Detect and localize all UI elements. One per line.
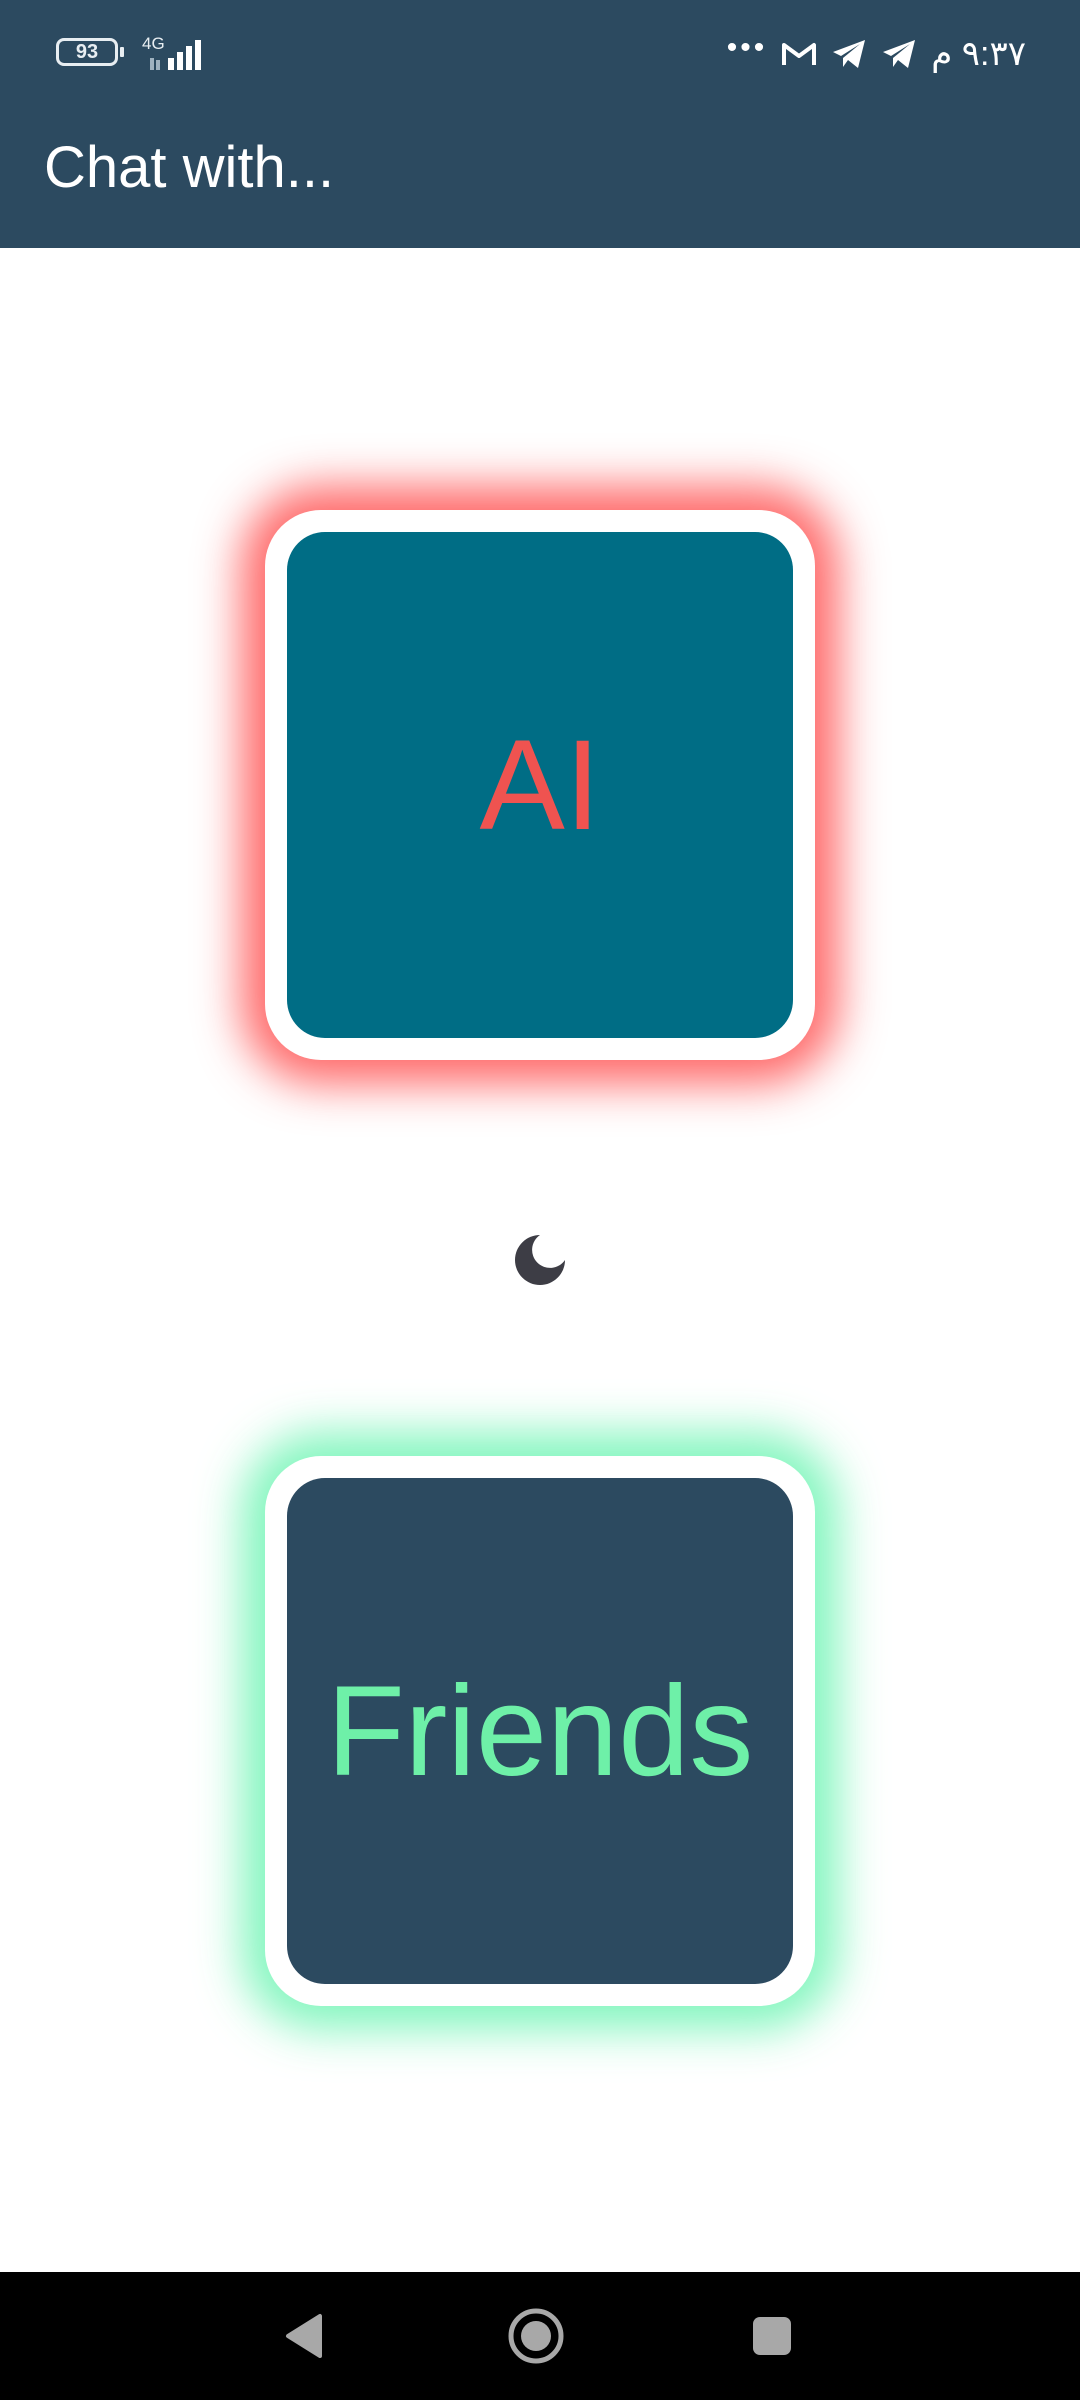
- home-icon: [508, 2308, 564, 2364]
- app-bar: Chat with...: [0, 110, 1080, 248]
- recents-icon: [753, 2317, 791, 2355]
- navigation-bar: [0, 2272, 1080, 2400]
- back-icon: [286, 2314, 322, 2358]
- battery-icon: 93: [56, 38, 118, 66]
- back-button[interactable]: [272, 2304, 336, 2368]
- telegram-icon: [883, 40, 916, 68]
- page-title: Chat with...: [44, 135, 335, 200]
- status-right: ••• ٩:٣٧ م: [727, 30, 1026, 78]
- ai-card-face: AI: [287, 532, 793, 1038]
- friends-chat-button[interactable]: Friends: [265, 1456, 815, 2006]
- recents-button[interactable]: [740, 2304, 804, 2368]
- ai-card-label: AI: [479, 713, 601, 857]
- status-bar: 93 4G ••• ٩:٣٧ م: [0, 0, 1080, 110]
- friends-card-label: Friends: [326, 1659, 754, 1803]
- overflow-dots: •••: [726, 31, 768, 64]
- telegram-icon: [833, 40, 866, 68]
- battery-tip: [120, 47, 124, 57]
- home-button[interactable]: [504, 2304, 568, 2368]
- ai-chat-button[interactable]: AI: [265, 510, 815, 1060]
- moon-icon: [515, 1235, 565, 1285]
- signal-icon: [150, 40, 201, 70]
- theme-toggle-button[interactable]: [508, 1228, 572, 1292]
- clock: ٩:٣٧ م: [931, 35, 1026, 73]
- battery-level: 93: [75, 41, 99, 63]
- gmail-icon: [782, 43, 817, 65]
- friends-card-face: Friends: [287, 1478, 793, 1984]
